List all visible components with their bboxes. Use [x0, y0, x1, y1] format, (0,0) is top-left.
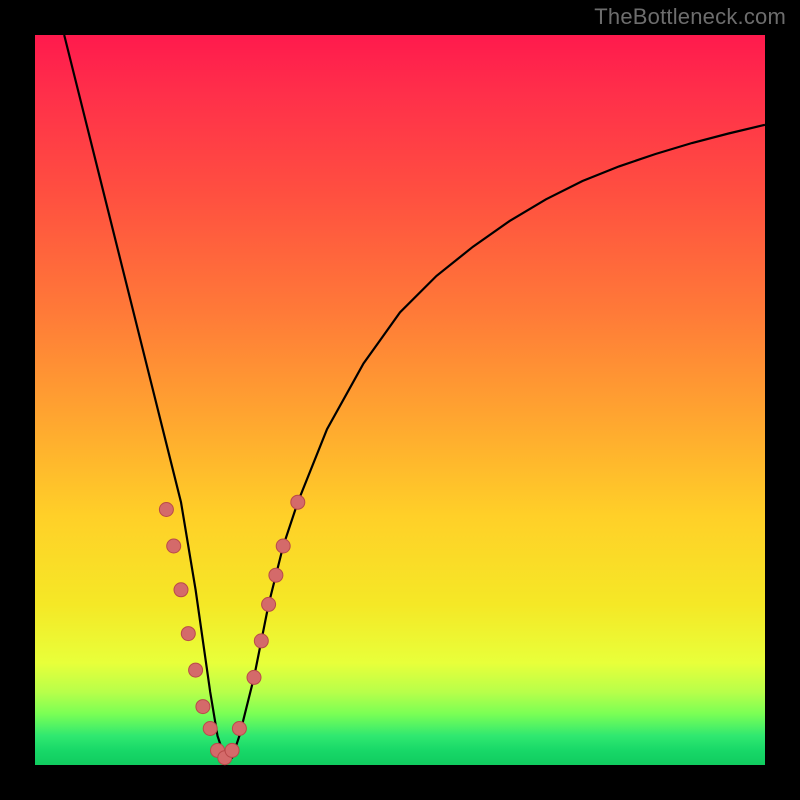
curve-marker: [269, 568, 283, 582]
curve-marker: [159, 503, 173, 517]
curve-layer: [35, 35, 765, 765]
curve-marker: [189, 663, 203, 677]
curve-marker: [225, 743, 239, 757]
curve-marker: [276, 539, 290, 553]
curve-marker: [167, 539, 181, 553]
watermark-text: TheBottleneck.com: [594, 4, 786, 30]
curve-marker: [181, 627, 195, 641]
curve-marker: [262, 597, 276, 611]
curve-marker: [174, 583, 188, 597]
curve-marker: [232, 722, 246, 736]
plot-area: [35, 35, 765, 765]
curve-marker: [203, 722, 217, 736]
curve-marker: [291, 495, 305, 509]
curve-marker: [196, 700, 210, 714]
curve-marker: [247, 670, 261, 684]
curve-marker: [254, 634, 268, 648]
marker-group: [159, 495, 304, 765]
chart-frame: TheBottleneck.com: [0, 0, 800, 800]
bottleneck-curve: [64, 35, 765, 758]
